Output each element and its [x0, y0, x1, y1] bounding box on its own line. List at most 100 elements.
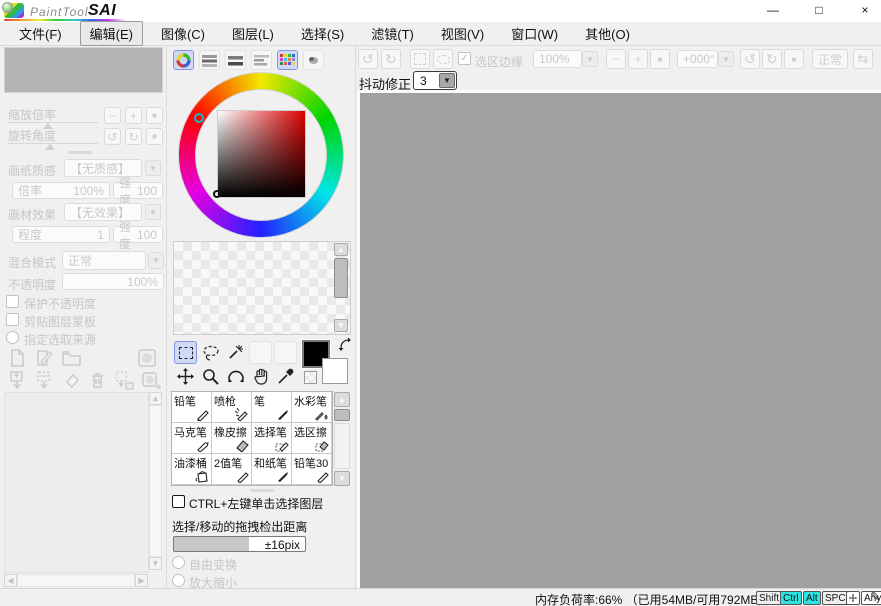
protect-opacity-checkbox[interactable]: [6, 295, 19, 308]
canvas[interactable]: [360, 93, 881, 590]
paper-texture-dropdown-button[interactable]: ▼: [145, 160, 161, 176]
drag-detect-slider[interactable]: ±16pix: [173, 536, 306, 552]
view-normal-button[interactable]: 正常: [812, 49, 848, 69]
new-layer-button[interactable]: [8, 349, 26, 367]
new-folder-button[interactable]: [62, 350, 81, 366]
brush-marker[interactable]: 马克笔: [172, 423, 212, 454]
brush-selection-pen[interactable]: 选择笔: [252, 423, 292, 454]
free-transform-radio[interactable]: [172, 556, 185, 569]
swap-colors-icon[interactable]: [338, 337, 352, 351]
close-button[interactable]: ×: [858, 3, 872, 17]
splitter-left[interactable]: [166, 46, 167, 588]
brush-airbrush[interactable]: 喷枪: [212, 392, 252, 423]
brush-pencil[interactable]: 铅笔: [172, 392, 212, 423]
rotate-cw-button[interactable]: ↻: [762, 49, 782, 69]
navigator-zoom-reset-button[interactable]: ■: [146, 107, 163, 124]
swatches-scroll-down-button[interactable]: ▼: [334, 319, 348, 332]
zoom-dropdown[interactable]: 100%: [533, 50, 582, 68]
panel-grip[interactable]: [68, 151, 92, 154]
hand-tool[interactable]: [249, 365, 272, 388]
zoom-out-button[interactable]: −: [606, 49, 626, 69]
menu-others[interactable]: 其他(O): [576, 22, 639, 45]
layers-scroll-down-button[interactable]: ▼: [149, 557, 162, 570]
blend-mode-dropdown-button[interactable]: ▼: [148, 252, 164, 269]
stabilizer-dropdown-button[interactable]: ▼: [439, 73, 455, 88]
brush-bucket[interactable]: 油漆桶: [172, 454, 212, 485]
zoom-reset-button[interactable]: ■: [650, 49, 670, 69]
layers-scroll-up-button[interactable]: ▲: [149, 392, 162, 405]
menu-window[interactable]: 窗口(W): [502, 22, 567, 45]
empty-tool-slot-2[interactable]: [274, 341, 297, 364]
brush-pen[interactable]: 笔: [252, 392, 292, 423]
color-wheel-tab[interactable]: [173, 50, 194, 70]
scale-radio[interactable]: [172, 574, 185, 587]
navigator-zoom-in-button[interactable]: +: [125, 107, 142, 124]
navigator-rotate-reset-button[interactable]: ■: [146, 128, 163, 145]
swatches-panel[interactable]: [173, 241, 351, 335]
new-linework-layer-button[interactable]: [35, 349, 53, 367]
clipping-mask-checkbox[interactable]: [6, 313, 19, 326]
menu-image[interactable]: 图像(C): [152, 22, 214, 45]
brush-scroll-track[interactable]: [334, 423, 350, 469]
brush-washi-pen[interactable]: 和纸笔: [252, 454, 292, 485]
brush-pencil30[interactable]: 铅笔30: [292, 454, 332, 485]
maximize-button[interactable]: □: [812, 3, 826, 17]
transparent-color-swatch[interactable]: [304, 371, 317, 384]
navigator-zoom-out-button[interactable]: −: [104, 107, 121, 124]
copy-merged-button[interactable]: [114, 371, 134, 391]
layer-mask-button[interactable]: [138, 349, 156, 367]
reselect-button[interactable]: [433, 49, 453, 69]
navigator-zoom-slider[interactable]: [8, 122, 98, 123]
paper-strength-field[interactable]: 强度 100: [113, 182, 163, 199]
navigator-rotate-ccw-button[interactable]: ↺: [104, 128, 121, 145]
paper-degree-field[interactable]: 程度 1: [12, 226, 110, 243]
brush-selection-eraser[interactable]: 选区擦: [292, 423, 332, 454]
navigator-rotate-slider-handle[interactable]: [45, 144, 55, 150]
zoom-tool[interactable]: [199, 365, 222, 388]
menu-view[interactable]: 视图(V): [432, 22, 493, 45]
swatches-scroll-up-button[interactable]: ▲: [334, 243, 348, 256]
brush-scroll-thumb[interactable]: [334, 409, 350, 421]
magic-wand-tool[interactable]: [224, 341, 247, 364]
lasso-tool[interactable]: [199, 341, 222, 364]
scratchpad-tab[interactable]: [303, 50, 324, 70]
mask-apply-button[interactable]: [141, 371, 161, 391]
angle-dropdown-button[interactable]: ▼: [718, 51, 734, 67]
transfer-down-button[interactable]: [8, 371, 26, 391]
navigator-rotate-cw-button[interactable]: ↻: [125, 128, 142, 145]
paper-strength2-field[interactable]: 强度 100: [113, 226, 163, 243]
stabilizer-spinner[interactable]: 3 ▼: [413, 71, 457, 90]
brush-binary-pen[interactable]: 2值笔: [212, 454, 252, 485]
flip-view-button[interactable]: ⇆: [853, 49, 873, 69]
angle-dropdown[interactable]: +000°: [677, 50, 718, 68]
merge-down-button[interactable]: [35, 371, 53, 391]
swatches-tab[interactable]: [277, 50, 298, 70]
panel-grip-2[interactable]: [250, 489, 274, 492]
menu-layer[interactable]: 图层(L): [223, 22, 283, 45]
splitter-middle[interactable]: [355, 46, 356, 588]
paper-scale-field[interactable]: 倍率 100%: [12, 182, 110, 199]
ctrl-pick-layer-checkbox[interactable]: [172, 495, 185, 508]
brush-scroll-down-button[interactable]: ▼: [334, 471, 350, 486]
rotate-reset-button[interactable]: ■: [784, 49, 804, 69]
undo-button[interactable]: ↺: [358, 49, 378, 69]
selection-edge-checkbox[interactable]: ✓: [458, 52, 471, 65]
layers-scroll-left-button[interactable]: ◀: [4, 574, 17, 587]
marquee-tool[interactable]: [174, 341, 197, 364]
hue-marker[interactable]: [194, 113, 204, 123]
layers-hscrollbar[interactable]: [17, 574, 135, 587]
navigator-preview[interactable]: [4, 47, 163, 93]
move-tool[interactable]: [174, 365, 197, 388]
rotate-canvas-tool[interactable]: [224, 365, 247, 388]
swatches-scroll-thumb[interactable]: [334, 258, 348, 298]
redo-button[interactable]: ↻: [381, 49, 401, 69]
rotate-ccw-button[interactable]: ↺: [740, 49, 760, 69]
layers-scroll-right-button[interactable]: ▶: [135, 574, 148, 587]
minimize-button[interactable]: —: [766, 3, 780, 17]
empty-tool-slot-1[interactable]: [249, 341, 272, 364]
sv-marker[interactable]: [213, 190, 221, 198]
rgb-slider-tab[interactable]: [199, 50, 220, 70]
paper-effect-dropdown-button[interactable]: ▼: [145, 204, 161, 220]
clear-layer-button[interactable]: [62, 372, 81, 389]
saturation-value-square[interactable]: [217, 110, 306, 198]
